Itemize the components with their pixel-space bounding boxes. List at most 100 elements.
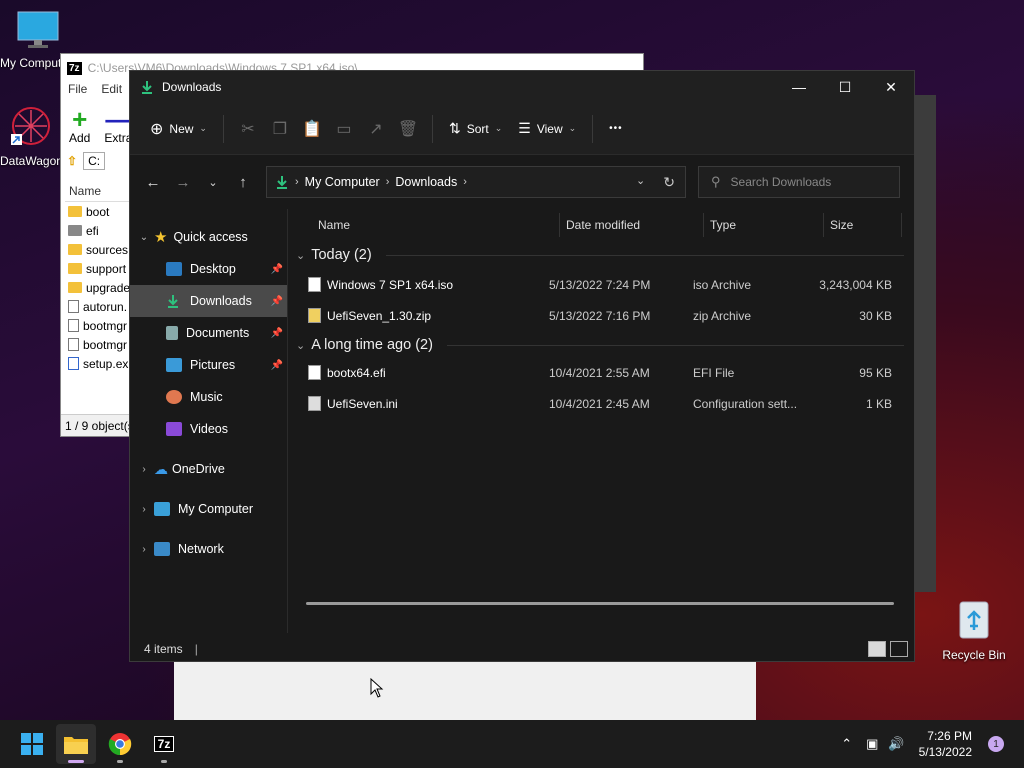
chevron-right-icon[interactable]: › [130,504,154,515]
add-button[interactable]: + Add [69,106,90,145]
column-header-name[interactable]: Name [312,213,560,237]
menu-edit[interactable]: Edit [101,82,122,102]
rename-icon[interactable]: ▭ [328,111,360,147]
chevron-right-icon[interactable]: › [130,544,154,555]
up-folder-icon[interactable]: ⇧ [67,154,77,168]
column-header-type[interactable]: Type [704,213,824,237]
copy-icon[interactable]: ❐ [264,111,296,147]
folder-icon [68,244,82,255]
address-bar[interactable]: › My Computer › Downloads › ⌄ ↻ [266,166,686,198]
list-item[interactable]: sources [65,240,135,259]
start-button[interactable] [12,724,52,764]
search-box[interactable]: ⚲ Search Downloads [698,166,900,198]
minimize-button[interactable]: — [776,71,822,103]
list-item[interactable]: support [65,259,135,278]
volume-icon[interactable]: 🔊 [888,736,904,752]
sort-button[interactable]: ⇅ Sort ⌄ [441,111,510,147]
sort-icon: ⇅ [448,120,461,136]
view-button[interactable]: ☰ View ⌄ [510,111,584,147]
sevenzip-icon: 7z [153,736,175,752]
sidebar-item-music[interactable]: Music [130,381,287,413]
address-dropdown-icon[interactable]: ⌄ [636,174,645,191]
sidebar-item-label: Pictures [190,358,236,372]
close-button[interactable]: ✕ [868,71,914,103]
list-item[interactable]: bootmgr [65,335,135,354]
pin-icon[interactable]: 📌 [271,360,283,371]
group-label: A long time ago (2) [311,337,433,353]
sidebar-item-onedrive[interactable]: › ☁ OneDrive [130,453,287,485]
network-icon [154,542,170,556]
sidebar-item-network[interactable]: › Network [130,533,287,565]
pin-icon[interactable]: 📌 [271,264,283,275]
up-button[interactable]: ↑ [228,167,258,197]
chevron-right-icon[interactable]: › [130,464,154,475]
sevenzip-address[interactable]: C: [83,152,106,170]
group-header-older[interactable]: ⌄ A long time ago (2) [296,333,914,357]
table-row[interactable]: Windows 7 SP1 x64.iso 5/13/2022 7:24 PM … [288,269,914,300]
breadcrumb-my-computer[interactable]: My Computer [305,175,380,189]
back-button[interactable]: ← [138,167,168,197]
name-column-header[interactable]: Name [65,180,135,202]
taskbar-chrome[interactable] [100,724,140,764]
taskbar-file-explorer[interactable] [56,724,96,764]
taskbar-7zip[interactable]: 7z [144,724,184,764]
recent-locations-button[interactable]: ⌄ [198,167,228,197]
list-item[interactable]: efi [65,221,135,240]
desktop-icon-recycle-bin[interactable]: Recycle Bin [936,596,1012,662]
share-icon[interactable]: ↗ [360,111,392,147]
sidebar-item-documents[interactable]: Documents 📌 [130,317,287,349]
sidebar-item-videos[interactable]: Videos [130,413,287,445]
paste-icon[interactable]: 📋 [296,111,328,147]
chrome-icon [108,733,132,756]
list-item[interactable]: setup.ex [65,354,135,373]
list-item[interactable]: bootmgr [65,316,135,335]
column-header-date[interactable]: Date modified [560,213,704,237]
chevron-down-icon[interactable]: ⌄ [130,232,154,243]
refresh-icon[interactable]: ↻ [663,174,675,191]
chevron-down-icon: ⌄ [568,123,577,133]
clock[interactable]: 7:26 PM 5/13/2022 [919,728,972,760]
maximize-button[interactable]: ☐ [822,71,868,103]
delete-icon[interactable]: 🗑 [392,111,424,147]
navigation-pane: ⌄ ★ Quick access Desktop 📌 Downloads 📌 D… [130,209,288,633]
show-hidden-icons-chevron-icon[interactable]: ⌃ [841,736,852,752]
details-view-icon[interactable] [868,641,886,657]
breadcrumb-downloads[interactable]: Downloads [395,175,457,189]
list-item[interactable]: upgrade [65,278,135,297]
running-indicator [161,760,167,763]
pin-icon[interactable]: 📌 [271,328,283,339]
group-header-today[interactable]: ⌄ Today (2) [296,243,914,267]
running-indicator [117,760,123,763]
table-row[interactable]: bootx64.efi 10/4/2021 2:55 AM EFI File 9… [288,357,914,388]
table-row[interactable]: UefiSeven.ini 10/4/2021 2:45 AM Configur… [288,388,914,419]
taskbar: 7z ⌃ ▣ 🔊 7:26 PM 5/13/2022 1 [0,720,1024,768]
forward-button[interactable]: → [168,167,198,197]
explorer-titlebar[interactable]: Downloads — ☐ ✕ [130,71,914,103]
menu-file[interactable]: File [68,82,87,102]
column-header-size[interactable]: Size [824,213,902,237]
sidebar-item-downloads[interactable]: Downloads 📌 [130,285,287,317]
network-icon[interactable]: ▣ [866,736,878,752]
tiles-view-icon[interactable] [890,641,908,657]
desktop-icon-datawagon[interactable]: DataWagon [0,104,62,168]
documents-icon [166,326,178,340]
horizontal-scrollbar[interactable] [306,602,894,605]
list-item[interactable]: autorun. [65,297,135,316]
new-label: New [169,121,194,136]
cut-icon[interactable]: ✂ [232,111,264,147]
pin-icon[interactable]: 📌 [271,296,283,307]
sidebar-item-label: My Computer [178,502,254,516]
list-item[interactable]: boot [65,202,135,221]
file-explorer-window[interactable]: Downloads — ☐ ✕ ⊕ New ⌄ ✂ ❐ 📋 ▭ ↗ 🗑 ⇅ So… [129,70,915,662]
notification-badge[interactable]: 1 [988,736,1004,752]
more-options-button[interactable]: ••• [601,111,631,147]
search-icon: ⚲ [711,174,721,189]
sidebar-item-desktop[interactable]: Desktop 📌 [130,253,287,285]
table-row[interactable]: UefiSeven_1.30.zip 5/13/2022 7:16 PM zip… [288,300,914,331]
sidebar-item-pictures[interactable]: Pictures 📌 [130,349,287,381]
sidebar-item-quick-access[interactable]: ⌄ ★ Quick access [130,221,287,253]
sidebar-item-my-computer[interactable]: › My Computer [130,493,287,525]
system-tray: ⌃ ▣ 🔊 7:26 PM 5/13/2022 1 [841,720,1024,768]
new-button[interactable]: ⊕ New ⌄ [142,111,215,147]
sidebar-item-label: Desktop [190,262,236,276]
